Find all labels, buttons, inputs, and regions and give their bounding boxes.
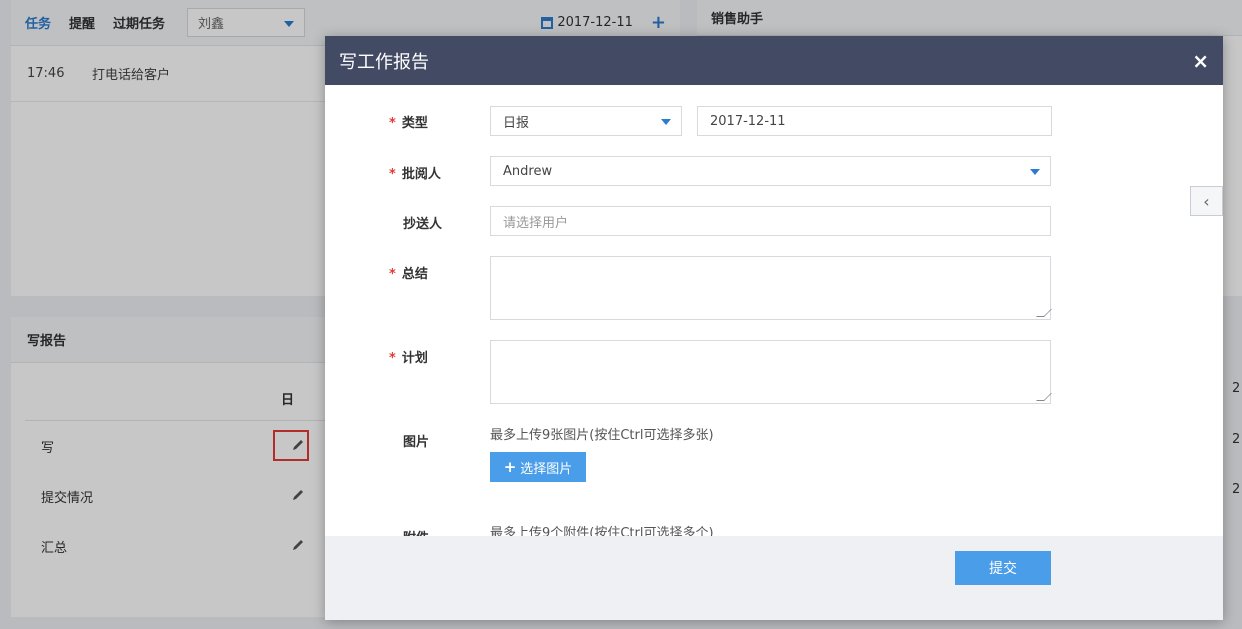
chevron-down-icon xyxy=(1030,169,1040,175)
summary-label: * 总结 xyxy=(389,267,428,282)
write-report-modal: 写工作报告 × * 类型 日报 2017-12-11 * 批阅人 Andrew 抄送… xyxy=(325,36,1223,620)
chevron-down-icon xyxy=(661,119,671,125)
attachment-hint: 最多上传9个附件(按住Ctrl可选择多个) xyxy=(490,526,714,536)
report-date-input[interactable]: 2017-12-11 xyxy=(697,106,1052,136)
attachment-label: 附件 xyxy=(389,527,429,536)
type-label: * 类型 xyxy=(389,116,428,131)
modal-header: 写工作报告 × xyxy=(325,36,1223,85)
chevron-left-icon: ‹ xyxy=(1203,191,1210,211)
image-hint: 最多上传9张图片(按住Ctrl可选择多张) xyxy=(490,428,714,443)
choose-image-button[interactable]: + 选择图片 xyxy=(490,452,586,482)
reviewer-select[interactable]: Andrew xyxy=(490,156,1051,186)
modal-title: 写工作报告 xyxy=(339,51,429,73)
summary-textarea[interactable] xyxy=(490,256,1052,320)
type-select[interactable]: 日报 xyxy=(490,106,682,136)
plus-icon: + xyxy=(503,458,517,476)
cc-label: 抄送人 xyxy=(403,217,443,232)
plan-textarea[interactable] xyxy=(490,340,1052,404)
modal-footer: 提交 xyxy=(325,536,1223,620)
reviewer-label: * 批阅人 xyxy=(389,167,441,182)
plan-label: * 计划 xyxy=(389,351,428,366)
image-label: 图片 xyxy=(403,435,430,450)
modal-body: * 类型 日报 2017-12-11 * 批阅人 Andrew 抄送人 请选择用户 … xyxy=(325,85,1223,536)
cc-user-input[interactable]: 请选择用户 xyxy=(490,206,1051,236)
collapse-arrow-button[interactable]: ‹ xyxy=(1190,186,1223,216)
submit-button[interactable]: 提交 xyxy=(955,551,1051,585)
close-button[interactable]: × xyxy=(1192,49,1209,73)
